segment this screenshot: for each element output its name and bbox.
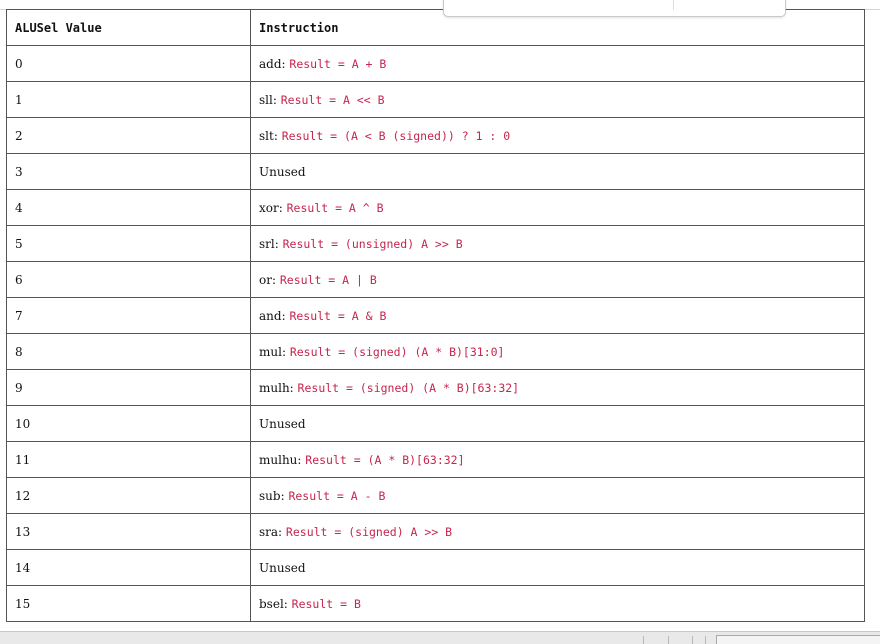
instruction-expression: Result = (A * B)[63:32] xyxy=(305,452,465,467)
instruction-mnemonic: or: xyxy=(259,272,277,287)
instruction-cell: Unused xyxy=(250,405,865,442)
table-row: 3 Unused xyxy=(6,153,865,190)
table-row: 0 add: Result = A + B xyxy=(6,45,865,82)
alusel-value-cell: 13 xyxy=(6,513,251,550)
table-row: 9 mulh: Result = (signed) (A * B)[63:32] xyxy=(6,369,865,406)
alusel-value-cell: 5 xyxy=(6,225,251,262)
instruction-cell: Unused xyxy=(250,549,865,586)
instruction-cell: mulhu: Result = (A * B)[63:32] xyxy=(250,441,865,478)
instruction-expression: Result = (signed) (A * B)[63:32] xyxy=(297,380,520,395)
alusel-value-cell: 11 xyxy=(6,441,251,478)
alusel-value-cell: 12 xyxy=(6,477,251,514)
status-bar-panel xyxy=(716,635,880,644)
instruction-expression: Result = A << B xyxy=(280,92,385,107)
instruction-mnemonic: Unused xyxy=(259,164,306,179)
instruction-mnemonic: mulh: xyxy=(259,380,294,395)
dropdown-popup-edge[interactable] xyxy=(443,0,786,17)
instruction-mnemonic: sub: xyxy=(259,488,285,503)
instruction-cell: slt: Result = (A < B (signed)) ? 1 : 0 xyxy=(250,117,865,154)
table-row: 1 sll: Result = A << B xyxy=(6,81,865,118)
instruction-mnemonic: mul: xyxy=(259,344,286,359)
status-bar-separator xyxy=(692,636,693,644)
instruction-cell: add: Result = A + B xyxy=(250,45,865,82)
instruction-mnemonic: Unused xyxy=(259,416,306,431)
alusel-value-cell: 2 xyxy=(6,117,251,154)
table-row: 2 slt: Result = (A < B (signed)) ? 1 : 0 xyxy=(6,117,865,154)
alusel-value-cell: 1 xyxy=(6,81,251,118)
alusel-value-cell: 4 xyxy=(6,189,251,226)
alusel-value-cell: 0 xyxy=(6,45,251,82)
instruction-expression: Result = (signed) A >> B xyxy=(285,524,453,539)
table-row: 5 srl: Result = (unsigned) A >> B xyxy=(6,225,865,262)
instruction-expression: Result = (signed) (A * B)[31:0] xyxy=(289,344,505,359)
instruction-expression: Result = A ^ B xyxy=(286,200,384,215)
alusel-value-cell: 14 xyxy=(6,549,251,586)
table-row: 10 Unused xyxy=(6,405,865,442)
alusel-value-cell: 8 xyxy=(6,333,251,370)
instruction-expression: Result = B xyxy=(291,596,361,611)
alusel-table: ALUSel Value Instruction 0 add: Result = … xyxy=(6,9,865,622)
instruction-mnemonic: add: xyxy=(259,56,286,71)
status-bar xyxy=(0,631,880,644)
instruction-mnemonic: mulhu: xyxy=(259,452,302,467)
alusel-value-cell: 9 xyxy=(6,369,251,406)
instruction-mnemonic: bsel: xyxy=(259,596,288,611)
instruction-mnemonic: xor: xyxy=(259,200,283,215)
instruction-mnemonic: sra: xyxy=(259,524,283,539)
instruction-mnemonic: srl: xyxy=(259,236,279,251)
instruction-cell: sub: Result = A - B xyxy=(250,477,865,514)
instruction-mnemonic: slt: xyxy=(259,128,278,143)
status-bar-separator xyxy=(705,636,706,644)
table-row: 6 or: Result = A | B xyxy=(6,261,865,298)
instruction-mnemonic: sll: xyxy=(259,92,277,107)
instruction-cell: sll: Result = A << B xyxy=(250,81,865,118)
instruction-cell: and: Result = A & B xyxy=(250,297,865,334)
instruction-cell: xor: Result = A ^ B xyxy=(250,189,865,226)
instruction-expression: Result = (unsigned) A >> B xyxy=(282,236,463,251)
instruction-cell: bsel: Result = B xyxy=(250,585,865,622)
instruction-mnemonic: and: xyxy=(259,308,286,323)
table-row: 13 sra: Result = (signed) A >> B xyxy=(6,513,865,550)
alusel-value-cell: 7 xyxy=(6,297,251,334)
instruction-expression: Result = A | B xyxy=(279,272,377,287)
header-alusel-value: ALUSel Value xyxy=(6,9,251,46)
popup-divider xyxy=(673,0,674,10)
alusel-value-cell: 15 xyxy=(6,585,251,622)
instruction-expression: Result = (A < B (signed)) ? 1 : 0 xyxy=(281,128,511,143)
instruction-cell: sra: Result = (signed) A >> B xyxy=(250,513,865,550)
table-row: 12 sub: Result = A - B xyxy=(6,477,865,514)
alusel-value-cell: 10 xyxy=(6,405,251,442)
instruction-expression: Result = A + B xyxy=(289,56,387,71)
alusel-value-cell: 6 xyxy=(6,261,251,298)
instruction-expression: Result = A & B xyxy=(289,308,387,323)
alusel-value-cell: 3 xyxy=(6,153,251,190)
table-row: 11 mulhu: Result = (A * B)[63:32] xyxy=(6,441,865,478)
instruction-mnemonic: Unused xyxy=(259,560,306,575)
instruction-expression: Result = A - B xyxy=(288,488,386,503)
status-bar-separator xyxy=(643,636,644,644)
instruction-cell: mulh: Result = (signed) (A * B)[63:32] xyxy=(250,369,865,406)
table-row: 14 Unused xyxy=(6,549,865,586)
table-row: 15 bsel: Result = B xyxy=(6,585,865,622)
table-row: 8 mul: Result = (signed) (A * B)[31:0] xyxy=(6,333,865,370)
table-row: 4 xor: Result = A ^ B xyxy=(6,189,865,226)
status-bar-separator xyxy=(668,636,669,644)
instruction-cell: Unused xyxy=(250,153,865,190)
instruction-cell: srl: Result = (unsigned) A >> B xyxy=(250,225,865,262)
table-row: 7 and: Result = A & B xyxy=(6,297,865,334)
instruction-cell: or: Result = A | B xyxy=(250,261,865,298)
instruction-cell: mul: Result = (signed) (A * B)[31:0] xyxy=(250,333,865,370)
